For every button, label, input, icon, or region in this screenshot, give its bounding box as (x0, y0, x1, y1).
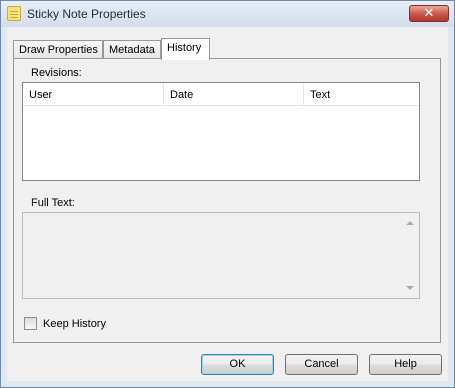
sticky-note-properties-dialog: Sticky Note Properties ✕ Draw Properties… (0, 0, 455, 388)
close-button[interactable]: ✕ (409, 5, 449, 22)
scroll-up-arrow-icon[interactable] (406, 221, 414, 225)
dialog-client-area: Draw Properties Metadata History Revisio… (7, 27, 448, 381)
window-title: Sticky Note Properties (27, 7, 146, 21)
tab-history[interactable]: History (161, 38, 210, 60)
column-header-text[interactable]: Text (304, 83, 419, 106)
close-icon: ✕ (423, 6, 435, 21)
full-text-label: Full Text: (31, 197, 75, 209)
cancel-button[interactable]: Cancel (285, 354, 358, 375)
scroll-down-arrow-icon[interactable] (406, 286, 414, 290)
tab-draw-properties[interactable]: Draw Properties (13, 40, 103, 59)
column-header-date[interactable]: Date (164, 83, 304, 106)
full-text-scrollbar[interactable] (402, 213, 419, 298)
full-text-area (22, 212, 420, 299)
revisions-list[interactable]: User Date Text (22, 82, 420, 181)
sticky-note-icon (7, 6, 21, 21)
tab-metadata[interactable]: Metadata (103, 40, 161, 59)
revisions-label: Revisions: (31, 67, 82, 79)
keep-history-label[interactable]: Keep History (43, 318, 106, 330)
column-header-user[interactable]: User (23, 83, 164, 106)
title-bar[interactable]: Sticky Note Properties ✕ (1, 1, 454, 27)
ok-button[interactable]: OK (201, 354, 274, 375)
help-button[interactable]: Help (369, 354, 442, 375)
keep-history-checkbox[interactable] (24, 317, 37, 330)
